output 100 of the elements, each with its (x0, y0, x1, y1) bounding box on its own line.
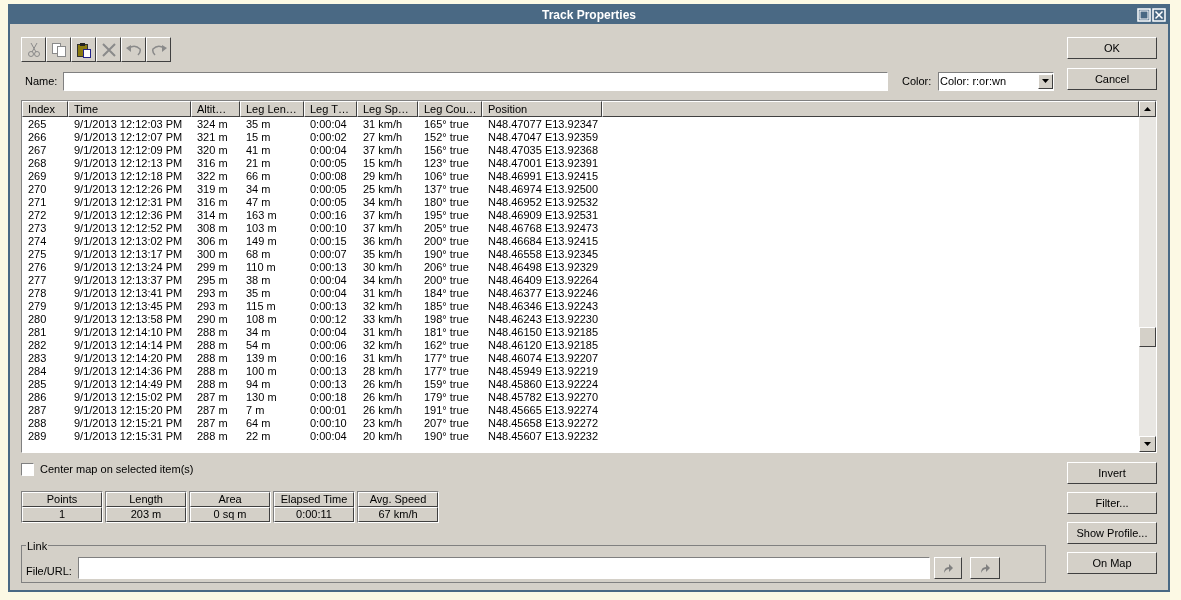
table-cell-text: 269 (27, 170, 48, 183)
table-row[interactable]: 279 9/1/2013 12:13:45 PM 293 m 115 m 0:00:13 32 km/h 185° true N48.46346 E13.92243 (22, 300, 1139, 313)
table-row[interactable]: 269 9/1/2013 12:12:18 PM 322 m 66 m 0:00:08 29 km/h 106° true N48.46991 E13.92415 (22, 170, 1139, 183)
table-cell-text: 37 km/h (362, 209, 404, 222)
table-row[interactable]: 284 9/1/2013 12:14:36 PM 288 m 100 m 0:00:13 28 km/h 177° true N48.45949 E13.92219 (22, 365, 1139, 378)
table-cell-text: 288 m (196, 352, 229, 365)
table-row[interactable]: 275 9/1/2013 12:13:17 PM 300 m 68 m 0:00:07 35 km/h 190° true N48.46558 E13.92345 (22, 248, 1139, 261)
table-cell-text: N48.46074 E13.92207 (487, 352, 600, 365)
column-header[interactable]: Position (482, 101, 602, 117)
column-header[interactable]: Altit… (191, 101, 240, 117)
table-cell-text: 106° true (423, 170, 470, 183)
browse-link-button[interactable] (970, 557, 1000, 579)
table-cell-text: 324 m (196, 118, 229, 131)
table-row[interactable]: 266 9/1/2013 12:12:07 PM 321 m 15 m 0:00:02 27 km/h 152° true N48.47047 E13.92359 (22, 131, 1139, 144)
table-cell-text: 139 m (245, 352, 278, 365)
table-cell-text: 0:00:18 (309, 391, 348, 404)
table-row[interactable]: 277 9/1/2013 12:13:37 PM 295 m 38 m 0:00:04 34 km/h 200° true N48.46409 E13.92264 (22, 274, 1139, 287)
table-row[interactable]: 285 9/1/2013 12:14:49 PM 288 m 94 m 0:00:13 26 km/h 159° true N48.45860 E13.92224 (22, 378, 1139, 391)
open-link-button[interactable] (934, 557, 962, 579)
table-row[interactable]: 276 9/1/2013 12:13:24 PM 299 m 110 m 0:00:13 30 km/h 206° true N48.46498 E13.92329 (22, 261, 1139, 274)
table-row[interactable]: 286 9/1/2013 12:15:02 PM 287 m 130 m 0:00:18 26 km/h 179° true N48.45782 E13.92270 (22, 391, 1139, 404)
scrollbar[interactable] (1139, 101, 1156, 452)
table-row[interactable]: 281 9/1/2013 12:14:10 PM 288 m 34 m 0:00:04 31 km/h 181° true N48.46150 E13.92185 (22, 326, 1139, 339)
toolbar-button[interactable] (71, 37, 96, 62)
table-cell-text: 137° true (423, 183, 470, 196)
table-cell-text: 288 (27, 417, 48, 430)
table-cell-text: 288 m (196, 339, 229, 352)
table-row[interactable]: 267 9/1/2013 12:12:09 PM 320 m 41 m 0:00:04 37 km/h 156° true N48.47035 E13.92368 (22, 144, 1139, 157)
table-cell-text: 100 m (245, 365, 278, 378)
undo-icon (124, 43, 143, 56)
table-cell-text: N48.46974 E13.92500 (487, 183, 600, 196)
table-row[interactable]: 273 9/1/2013 12:12:52 PM 308 m 103 m 0:00:10 37 km/h 205° true N48.46768 E13.92473 (22, 222, 1139, 235)
table-cell-text: 68 m (245, 248, 272, 261)
dialog-button[interactable]: OK (1067, 37, 1157, 59)
table-row[interactable]: 283 9/1/2013 12:14:20 PM 288 m 139 m 0:00:16 31 km/h 177° true N48.46074 E13.92207 (22, 352, 1139, 365)
table-row[interactable]: 274 9/1/2013 12:13:02 PM 306 m 149 m 0:00:15 36 km/h 200° true N48.46684 E13.92415 (22, 235, 1139, 248)
table-cell-text: 54 m (245, 339, 272, 352)
table-cell-text: 31 km/h (362, 118, 404, 131)
file-url-field[interactable] (78, 557, 930, 579)
table-row[interactable]: 272 9/1/2013 12:12:36 PM 314 m 163 m 0:00:16 37 km/h 195° true N48.46909 E13.92531 (22, 209, 1139, 222)
table-cell-text: 0:00:07 (309, 248, 348, 261)
table-cell-text: 0:00:06 (309, 339, 348, 352)
table-row[interactable]: 265 9/1/2013 12:12:03 PM 324 m 35 m 0:00:04 31 km/h 165° true N48.47077 E13.92347 (22, 118, 1139, 131)
table-cell-text: 0:00:13 (309, 261, 348, 274)
table-cell-text: 9/1/2013 12:15:20 PM (73, 404, 184, 417)
table-cell-text: 177° true (423, 352, 470, 365)
maximize-icon[interactable] (1137, 8, 1151, 22)
table-cell-text: 277 (27, 274, 48, 287)
table-cell-text: 0:00:12 (309, 313, 348, 326)
table-cell-text: N48.46909 E13.92531 (487, 209, 600, 222)
column-header[interactable]: Leg Len… (240, 101, 304, 117)
scroll-up-icon[interactable] (1139, 101, 1156, 117)
scroll-down-icon[interactable] (1139, 436, 1156, 452)
column-header[interactable]: Time (68, 101, 191, 117)
table-row[interactable]: 287 9/1/2013 12:15:20 PM 287 m 7 m 0:00:01 26 km/h 191° true N48.45665 E13.92274 (22, 404, 1139, 417)
column-header[interactable]: Leg T… (304, 101, 357, 117)
center-checkbox[interactable] (21, 462, 34, 476)
table-row[interactable]: 278 9/1/2013 12:13:41 PM 293 m 35 m 0:00:04 31 km/h 184° true N48.46377 E13.92246 (22, 287, 1139, 300)
table-cell-text: N48.46498 E13.92329 (487, 261, 600, 274)
table-row[interactable]: 271 9/1/2013 12:12:31 PM 316 m 47 m 0:00:05 34 km/h 180° true N48.46952 E13.92532 (22, 196, 1139, 209)
dialog-button[interactable]: Cancel (1067, 68, 1157, 90)
table-cell-text: N48.45607 E13.92232 (487, 430, 600, 443)
column-header[interactable]: Index (22, 101, 68, 117)
table-cell-text: 35 m (245, 118, 272, 131)
stat-value: 0:00:11 (274, 507, 354, 522)
column-header[interactable]: Leg Cou… (418, 101, 482, 117)
table-cell-text: 9/1/2013 12:12:31 PM (73, 196, 184, 209)
table-cell-text: N48.46558 E13.92345 (487, 248, 600, 261)
dialog-button[interactable]: On Map (1067, 552, 1157, 574)
color-label: Color: (902, 73, 933, 89)
table-cell-text: 287 (27, 404, 48, 417)
table-cell-text: 34 km/h (362, 274, 404, 287)
table-row[interactable]: 289 9/1/2013 12:15:31 PM 288 m 22 m 0:00:04 20 km/h 190° true N48.45607 E13.92232 (22, 430, 1139, 443)
table-row[interactable]: 270 9/1/2013 12:12:26 PM 319 m 34 m 0:00:05 25 km/h 137° true N48.46974 E13.92500 (22, 183, 1139, 196)
table-cell-text: 0:00:15 (309, 235, 348, 248)
dialog-button[interactable]: Filter... (1067, 492, 1157, 514)
color-dropdown[interactable]: Color: r:or:wn (938, 71, 1054, 91)
table-cell-text: 110 m (245, 261, 277, 274)
dialog-button[interactable]: Invert (1067, 462, 1157, 484)
table-row[interactable]: 268 9/1/2013 12:12:13 PM 316 m 21 m 0:00:05 15 km/h 123° true N48.47001 E13.92391 (22, 157, 1139, 170)
column-header[interactable]: Leg Sp… (357, 101, 418, 117)
table-cell-text: 34 m (245, 326, 272, 339)
table-cell-text: N48.46150 E13.92185 (487, 326, 600, 339)
checkbox-label[interactable]: Center map on selected item(s) (40, 460, 194, 478)
stat-value: 203 m (106, 507, 186, 522)
table-cell-text: N48.46346 E13.92243 (487, 300, 600, 313)
table-cell-text: 180° true (423, 196, 470, 209)
table-cell-text: 287 m (196, 391, 229, 404)
table-cell-text: 9/1/2013 12:15:21 PM (73, 417, 184, 430)
table-row[interactable]: 282 9/1/2013 12:14:14 PM 288 m 54 m 0:00:06 32 km/h 162° true N48.46120 E13.92185 (22, 339, 1139, 352)
table-cell-text: N48.45665 E13.92274 (487, 404, 600, 417)
scroll-thumb[interactable] (1139, 327, 1156, 347)
table-cell-text: 281 (27, 326, 48, 339)
close-icon[interactable] (1152, 8, 1166, 22)
table-row[interactable]: 280 9/1/2013 12:13:58 PM 290 m 108 m 0:00:12 33 km/h 198° true N48.46243 E13.92230 (22, 313, 1139, 326)
table-cell-text: 320 m (196, 144, 229, 157)
table-cell-text: 0:00:10 (309, 222, 348, 235)
dialog-button[interactable]: Show Profile... (1067, 522, 1157, 544)
table-row[interactable]: 288 9/1/2013 12:15:21 PM 287 m 64 m 0:00:10 23 km/h 207° true N48.45658 E13.92272 (22, 417, 1139, 430)
name-field[interactable] (63, 71, 888, 91)
